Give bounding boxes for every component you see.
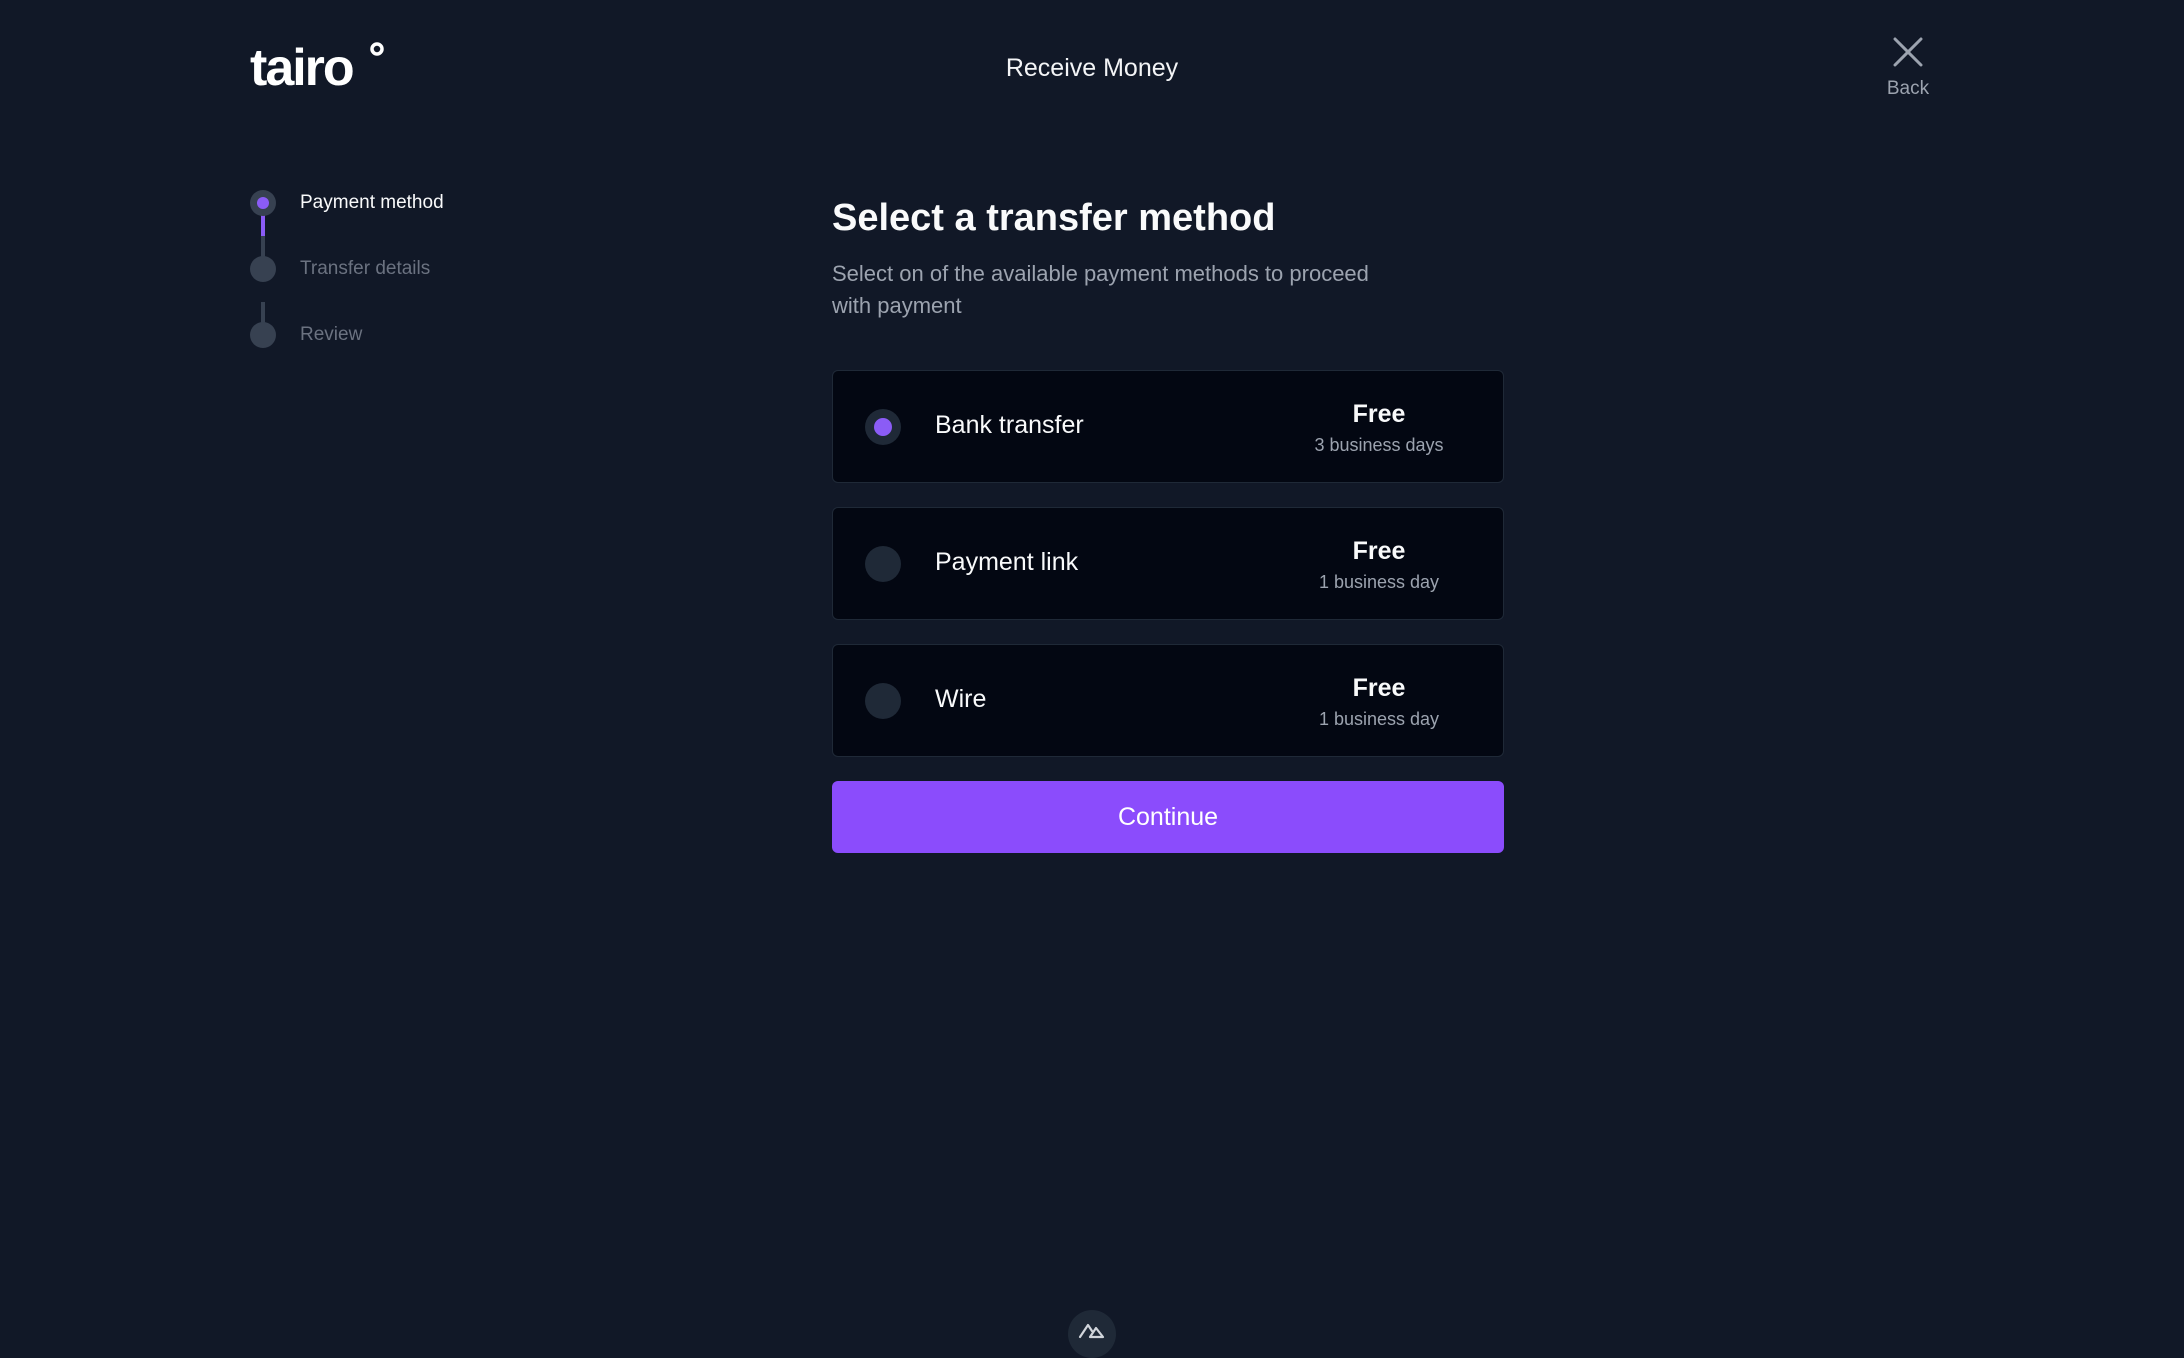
nuxt-logo-icon [1078, 1323, 1105, 1339]
step-label: Transfer details [300, 258, 431, 279]
transfer-method-panel: Select a transfer method Select on of th… [832, 190, 1504, 853]
step-dot [250, 322, 276, 348]
option-name: Wire [935, 685, 987, 713]
page-title-text: Receive Money [1005, 54, 1179, 82]
close-icon [1893, 37, 1923, 67]
fee-time: 3 business days [1314, 435, 1444, 455]
option-payment-link[interactable]: Payment link Free 1 business day [832, 507, 1504, 620]
option-name: Bank transfer [935, 411, 1084, 439]
back-button[interactable]: Back [1868, 34, 1948, 106]
option-fee: Free 3 business days [1299, 399, 1459, 457]
step-label: Payment method [300, 192, 444, 213]
page-title: Receive Money [0, 50, 2184, 86]
radio-selected[interactable] [865, 409, 901, 445]
option-fee: Free 1 business day [1299, 536, 1459, 594]
step-label: Review [300, 324, 363, 345]
step-payment-method[interactable]: Payment method [250, 190, 444, 216]
step-review[interactable]: Review [250, 322, 362, 348]
nuxt-devtools-button[interactable] [1068, 1310, 1116, 1358]
step-dot [250, 256, 276, 282]
payment-options: Bank transfer Free 3 business days Payme… [832, 370, 1504, 757]
fee-price: Free [1352, 674, 1406, 702]
fee-time: 1 business day [1318, 572, 1440, 592]
option-fee: Free 1 business day [1299, 673, 1459, 731]
option-name: Payment link [935, 548, 1079, 576]
continue-button[interactable]: Continue [832, 781, 1504, 853]
section-subtitle: Select on of the available payment metho… [832, 261, 1369, 318]
radio[interactable] [865, 546, 901, 582]
step-transfer-details[interactable]: Transfer details [250, 256, 430, 282]
option-wire[interactable]: Wire Free 1 business day [832, 644, 1504, 757]
back-label: Back [1886, 78, 1930, 99]
fee-time: 1 business day [1318, 709, 1440, 729]
option-bank-transfer[interactable]: Bank transfer Free 3 business days [832, 370, 1504, 483]
fee-price: Free [1352, 400, 1406, 428]
step-dot-active [250, 190, 276, 216]
step-progress-line [261, 214, 265, 236]
fee-price: Free [1352, 537, 1406, 565]
section-heading: Select a transfer method [832, 197, 1276, 239]
radio[interactable] [865, 683, 901, 719]
